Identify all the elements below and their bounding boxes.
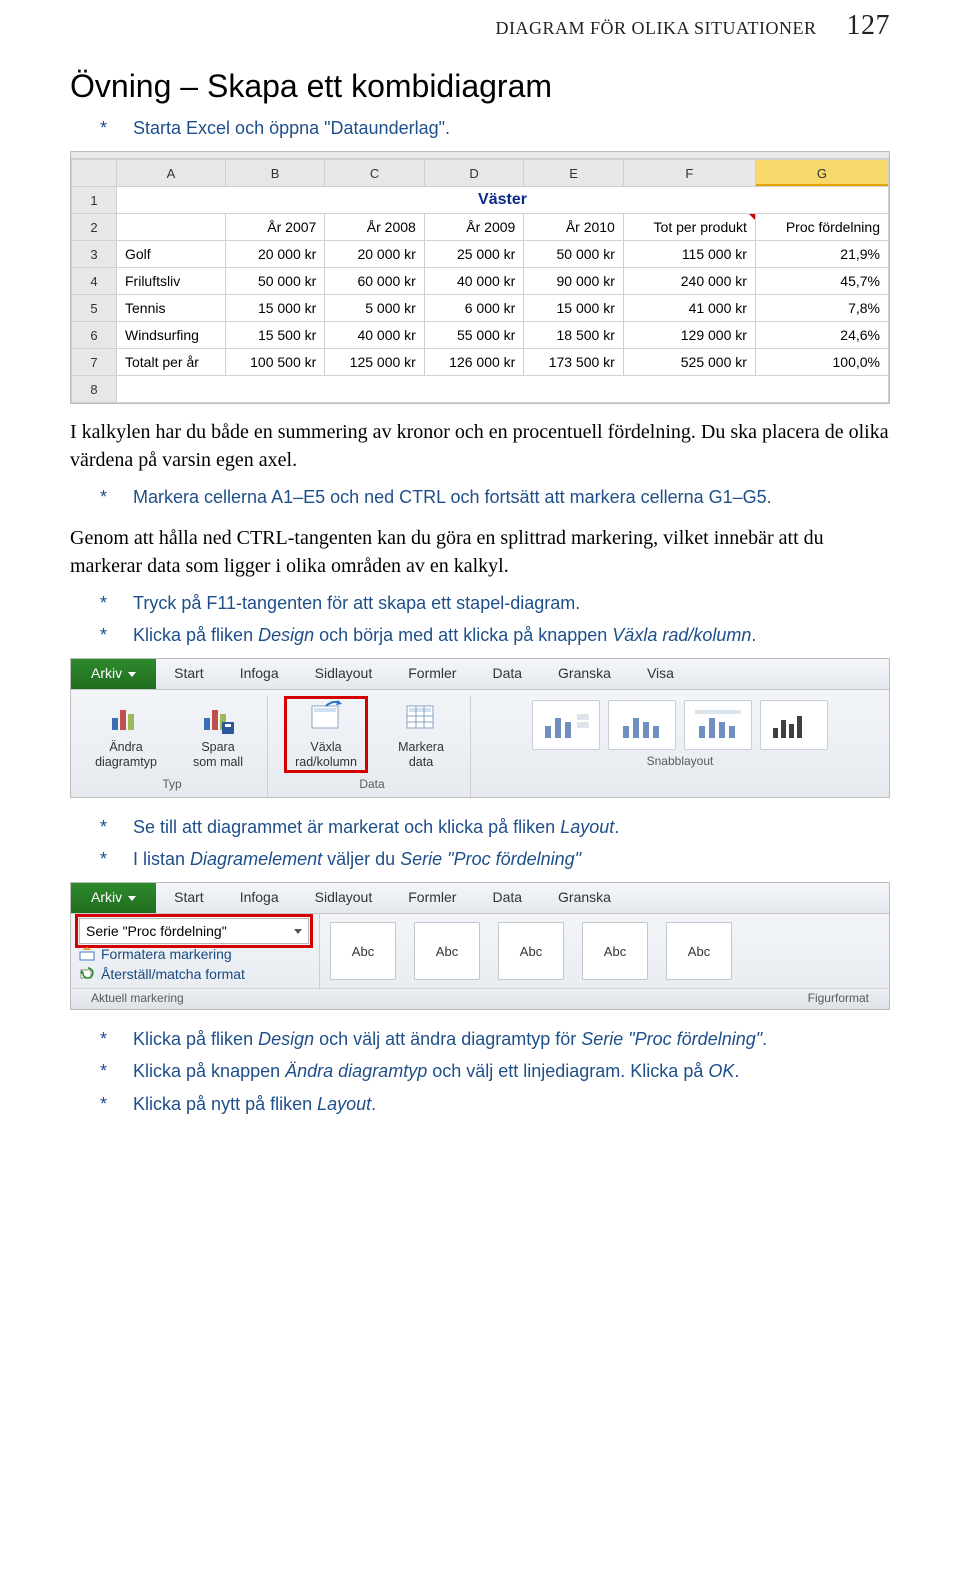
row-1: 1: [72, 187, 117, 214]
tab-formler[interactable]: Formler: [390, 883, 474, 913]
reset-format-link[interactable]: Återställ/matcha format: [79, 964, 309, 984]
shape-style-button[interactable]: Abc: [498, 922, 564, 980]
ribbon-layout-screenshot: Arkiv Start Infoga Sidlayout Formler Dat…: [70, 882, 890, 1010]
step-9: * Klicka på nytt på fliken Layout.: [100, 1091, 890, 1117]
bar-chart-icon: [108, 700, 144, 736]
step-6: * I listan Diagramelement väljer du Seri…: [100, 846, 890, 872]
step-4-text: Klicka på fliken Design och börja med at…: [133, 622, 889, 648]
table-row: 4 Friluftsliv 50 000 kr 60 000 kr 40 000…: [72, 268, 889, 295]
step-7: * Klicka på fliken Design och välj att ä…: [100, 1026, 890, 1052]
chevron-down-icon: [294, 929, 302, 934]
shape-style-button[interactable]: Abc: [330, 922, 396, 980]
col-F: F: [623, 160, 755, 187]
tab-data[interactable]: Data: [474, 659, 540, 689]
select-all-cell: [72, 160, 117, 187]
step-4: * Klicka på fliken Design och börja med …: [100, 622, 890, 648]
layout-thumb[interactable]: [532, 700, 600, 750]
layout-thumb[interactable]: [608, 700, 676, 750]
step-5-text: Se till att diagrammet är markerat och k…: [133, 814, 889, 840]
paragraph-2: Genom att hålla ned CTRL-tangenten kan d…: [70, 524, 890, 580]
col-D: D: [424, 160, 524, 187]
page-number: 127: [847, 10, 891, 42]
group-label-snabblayout: Snabblayout: [647, 750, 714, 772]
tab-infoga[interactable]: Infoga: [222, 659, 297, 689]
table-row: 6 Windsurfing 15 500 kr 40 000 kr 55 000…: [72, 322, 889, 349]
group-label-typ: Typ: [162, 773, 181, 795]
excel-screenshot: A B C D E F G 1 Väster 2 År 2007 År 2008…: [70, 151, 890, 404]
sheet-title: Väster: [117, 187, 889, 214]
table-row: 8: [72, 376, 889, 403]
page-title: Övning – Skapa ett kombidiagram: [70, 68, 890, 105]
change-chart-type-button[interactable]: Ändra diagramtyp: [87, 696, 165, 773]
col-G: G: [755, 160, 888, 187]
running-title: DIAGRAM FÖR OLIKA SITUATIONER: [495, 18, 816, 39]
col-B: B: [225, 160, 325, 187]
table-row: 5 Tennis 15 000 kr 5 000 kr 6 000 kr 15 …: [72, 295, 889, 322]
step-5: * Se till att diagrammet är markerat och…: [100, 814, 890, 840]
format-selection-link[interactable]: Formatera markering: [79, 944, 309, 964]
shape-style-button[interactable]: Abc: [414, 922, 480, 980]
ribbon-group-data: Växla rad/kolumn Markera d: [274, 696, 471, 797]
tab-start[interactable]: Start: [156, 659, 222, 689]
tab-formler[interactable]: Formler: [390, 659, 474, 689]
ribbon-group-snabblayout: Snabblayout: [477, 696, 883, 797]
format-icon: [79, 946, 95, 962]
group-label-figurformat: Figurformat: [808, 991, 869, 1005]
step-2: * Markera cellerna A1–E5 och ned CTRL oc…: [100, 484, 890, 510]
step-6-text: I listan Diagramelement väljer du Serie …: [133, 846, 889, 872]
bullet: *: [100, 115, 128, 141]
table-row: 3 Golf 20 000 kr 20 000 kr 25 000 kr 50 …: [72, 241, 889, 268]
tab-start[interactable]: Start: [156, 883, 222, 913]
step-1-text: Starta Excel och öppna "Dataunderlag".: [133, 115, 889, 141]
tab-infoga[interactable]: Infoga: [222, 883, 297, 913]
group-label-aktuell: Aktuell markering: [91, 991, 184, 1005]
reset-icon: [79, 966, 95, 982]
step-9-text: Klicka på nytt på fliken Layout.: [133, 1091, 889, 1117]
table-row: 7 Totalt per år 100 500 kr 125 000 kr 12…: [72, 349, 889, 376]
grid-select-icon: [403, 700, 439, 736]
switch-icon: [308, 700, 344, 736]
layout-thumb[interactable]: [684, 700, 752, 750]
combo-value: Serie "Proc fördelning": [86, 923, 227, 939]
switch-row-column-button[interactable]: Växla rad/kolumn: [284, 696, 368, 773]
step-8-text: Klicka på knappen Ändra diagramtyp och v…: [133, 1058, 889, 1084]
group-label-data: Data: [359, 773, 384, 795]
ribbon-group-aktuell-markering: Serie "Proc fördelning" Formatera marker…: [71, 914, 320, 988]
tab-visa[interactable]: Visa: [629, 659, 692, 689]
chart-element-combo[interactable]: Serie "Proc fördelning": [79, 918, 309, 944]
select-data-button[interactable]: Markera data: [382, 696, 460, 773]
ribbon-group-figurformat: Abc Abc Abc Abc Abc: [320, 914, 889, 988]
tab-arkiv[interactable]: Arkiv: [71, 883, 156, 913]
tab-sidlayout[interactable]: Sidlayout: [297, 883, 391, 913]
step-2-text: Markera cellerna A1–E5 och ned CTRL och …: [133, 484, 889, 510]
layout-thumb[interactable]: [760, 700, 828, 750]
running-header: DIAGRAM FÖR OLIKA SITUATIONER 127: [70, 0, 890, 42]
ribbon-design-screenshot: Arkiv Start Infoga Sidlayout Formler Dat…: [70, 658, 890, 798]
tab-granska[interactable]: Granska: [540, 659, 629, 689]
tab-sidlayout[interactable]: Sidlayout: [297, 659, 391, 689]
tab-data[interactable]: Data: [474, 883, 540, 913]
excel-table: A B C D E F G 1 Väster 2 År 2007 År 2008…: [71, 159, 889, 403]
tab-arkiv[interactable]: Arkiv: [71, 659, 156, 689]
save-chart-icon: [200, 700, 236, 736]
row-2: 2: [72, 214, 117, 241]
col-E: E: [524, 160, 624, 187]
ribbon-group-typ: Ändra diagramtyp Spara som mall: [77, 696, 268, 797]
step-3: * Tryck på F11-tangenten för att skapa e…: [100, 590, 890, 616]
step-3-text: Tryck på F11-tangenten för att skapa ett…: [133, 590, 889, 616]
tab-granska[interactable]: Granska: [540, 883, 629, 913]
save-as-template-button[interactable]: Spara som mall: [179, 696, 257, 773]
step-1: * Starta Excel och öppna "Dataunderlag".: [100, 115, 890, 141]
shape-style-button[interactable]: Abc: [582, 922, 648, 980]
shape-style-button[interactable]: Abc: [666, 922, 732, 980]
col-A: A: [117, 160, 226, 187]
paragraph-1: I kalkylen har du både en summering av k…: [70, 418, 890, 474]
step-7-text: Klicka på fliken Design och välj att änd…: [133, 1026, 889, 1052]
step-8: * Klicka på knappen Ändra diagramtyp och…: [100, 1058, 890, 1084]
col-C: C: [325, 160, 425, 187]
